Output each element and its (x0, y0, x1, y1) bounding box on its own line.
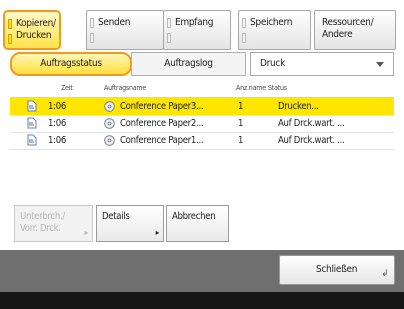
tab-indicator-icon (242, 18, 246, 28)
subtab-job-log[interactable]: Auftragslog (131, 52, 246, 76)
details-label: Details (102, 211, 130, 222)
disc-icon (104, 101, 115, 112)
tab-label-line1: Senden (98, 17, 131, 28)
corner-arrow-icon: ▸ (155, 228, 160, 237)
document-icon (27, 117, 37, 129)
row-time: 1:06 (48, 118, 66, 129)
row-status: Auf Drck.wart. ... (278, 135, 345, 146)
tab-store[interactable]: Speichern (238, 10, 311, 50)
row-job-name: Conference Paper2... (120, 118, 204, 129)
corner-arrow-icon: ▸ (84, 228, 89, 237)
row-job-name: Conference Paper1... (120, 135, 204, 146)
tab-indicator-icon (90, 18, 94, 28)
subtab-job-status[interactable]: Auftragsstatus (10, 52, 132, 76)
disc-icon (104, 118, 115, 129)
interrupt-print-label-line2: Vorr. Drck. (20, 223, 61, 234)
tab-indicator-icon (167, 18, 171, 28)
row-job-name: Conference Paper3... (120, 101, 204, 112)
interrupt-print-label-line1: Unterbrch./ (20, 211, 65, 222)
table-row[interactable]: 1:06 Conference Paper2... 1 Auf Drck.war… (10, 115, 394, 133)
tab-label-line1: Kopieren/ (16, 18, 56, 29)
row-count: 1 (238, 135, 244, 146)
row-status: Drucken... (278, 101, 319, 112)
table-row[interactable]: 1:06 Conference Paper1... 1 Auf Drck.war… (10, 132, 394, 150)
row-time: 1:06 (48, 135, 66, 146)
close-label: Schließen (316, 264, 358, 275)
job-type-select[interactable]: Druck (250, 52, 394, 76)
table-row[interactable]: 1:06 Conference Paper3... 1 Drucken... (10, 98, 394, 116)
document-icon (27, 100, 37, 112)
row-status: Auf Drck.wart. ... (278, 118, 345, 129)
row-count: 1 (238, 101, 244, 112)
column-header-job-name: Auftragsname (104, 84, 147, 92)
document-icon (27, 134, 37, 146)
interrupt-print-button[interactable]: Unterbrch./ Vorr. Drck. ▸ (14, 205, 93, 242)
tab-receive[interactable]: Empfang (163, 10, 231, 50)
column-header-time: Zeit (61, 84, 73, 92)
job-type-select-value: Druck (260, 58, 285, 69)
tab-label-line1: Speichern (250, 17, 293, 28)
tab-indicator-icon (90, 33, 94, 43)
tab-label-line1: Ressourcen/ (322, 17, 374, 28)
row-time: 1:06 (48, 101, 66, 112)
chevron-down-icon (376, 62, 384, 67)
return-corner-icon: ↲ (381, 269, 389, 279)
tab-label-line2: Andere (322, 29, 353, 40)
tab-indicator-icon (8, 19, 12, 29)
subtab-job-status-label: Auftragsstatus (40, 58, 102, 69)
tab-label-line2: Drucken (16, 30, 52, 41)
row-count: 1 (238, 118, 244, 129)
close-button[interactable]: Schließen ↲ (279, 255, 395, 285)
column-header-status: Status (268, 84, 287, 92)
tab-indicator-icon (242, 33, 246, 43)
cancel-button[interactable]: Abbrechen (166, 205, 229, 242)
disc-icon (104, 135, 115, 146)
status-bar (0, 292, 404, 309)
subtab-job-log-label: Auftragslog (164, 58, 213, 69)
cancel-label: Abbrechen (172, 211, 216, 222)
tab-send[interactable]: Senden (86, 10, 164, 50)
tab-copy-print[interactable]: Kopieren/ Drucken (3, 10, 61, 50)
tab-indicator-icon (8, 34, 12, 44)
details-button[interactable]: Details ▸ (96, 205, 164, 242)
tab-resources-other[interactable]: Ressourcen/ Andere (314, 10, 396, 50)
column-header-count: Anz.name (236, 84, 266, 92)
tab-label-line1: Empfang (175, 17, 214, 28)
tab-indicator-icon (167, 33, 171, 43)
job-list: 1:06 Conference Paper3... 1 Drucken... 1… (10, 97, 394, 198)
